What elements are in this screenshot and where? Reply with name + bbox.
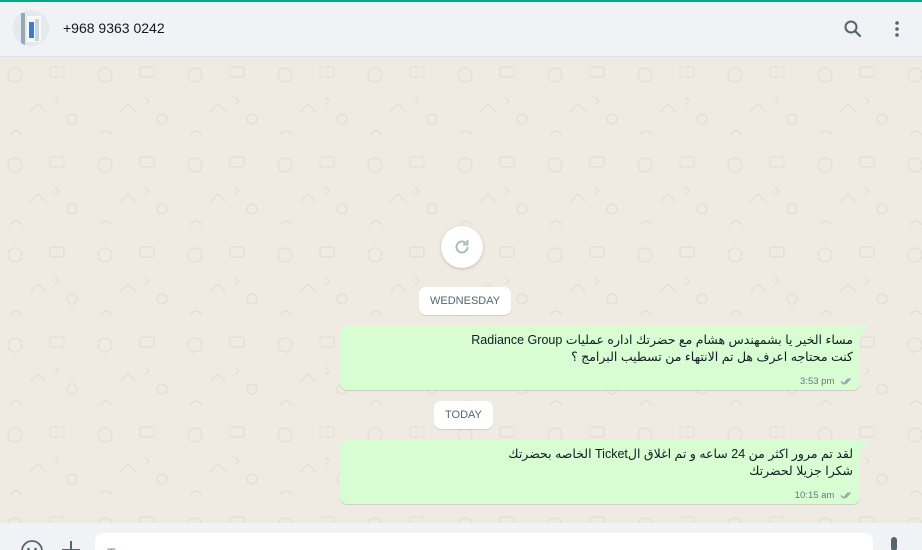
avatar[interactable] xyxy=(13,10,49,46)
whatsapp-window: +968 9363 0242 WEDNESDAY مساء الخير يا ب… xyxy=(0,0,922,550)
double-check-icon xyxy=(840,378,851,385)
attach-icon[interactable] xyxy=(60,539,82,550)
message-line: شكرا جزيلا لحضرتك xyxy=(749,464,853,478)
message-time: 3:53 pm xyxy=(800,376,835,387)
contact-name[interactable]: +968 9363 0242 xyxy=(63,20,165,36)
message-line: لقد تم مرور اكثر من 24 ساعه و تم اغلاق ا… xyxy=(508,447,853,461)
search-icon[interactable] xyxy=(841,17,865,41)
message-text: مساء الخير يا بشمهندس هشام مع حضرتك ادار… xyxy=(347,332,853,366)
double-check-icon xyxy=(840,492,851,499)
message-line: مساء الخير يا بشمهندس هشام مع حضرتك ادار… xyxy=(471,333,853,347)
message-time: 10:15 am xyxy=(794,490,835,501)
chat-panel[interactable]: WEDNESDAY مساء الخير يا بشمهندس هشام مع … xyxy=(0,57,922,523)
reload-icon xyxy=(455,240,469,254)
message-composer xyxy=(0,523,922,550)
outgoing-message[interactable]: مساء الخير يا بشمهندس هشام مع حضرتك ادار… xyxy=(340,326,868,390)
message-text: لقد تم مرور اكثر من 24 ساعه و تم اغلاق ا… xyxy=(347,446,853,480)
message-meta: 3:53 pm xyxy=(800,376,854,387)
date-divider: WEDNESDAY xyxy=(419,287,512,315)
menu-icon[interactable] xyxy=(885,17,909,41)
emoji-icon[interactable] xyxy=(20,539,44,550)
chat-header: +968 9363 0242 xyxy=(0,2,922,57)
message-input[interactable] xyxy=(95,533,873,550)
outgoing-message[interactable]: لقد تم مرور اكثر من 24 ساعه و تم اغلاق ا… xyxy=(340,440,868,504)
bubble-tail xyxy=(860,440,868,452)
message-meta: 10:15 am xyxy=(795,490,854,501)
bubble-tail xyxy=(860,326,868,338)
mic-icon[interactable] xyxy=(887,537,901,550)
message-line: كنت محتاجه اعرف هل تم الانتهاء من تسطيب … xyxy=(571,350,853,364)
date-divider: TODAY xyxy=(434,401,493,429)
reload-button[interactable] xyxy=(441,226,483,268)
